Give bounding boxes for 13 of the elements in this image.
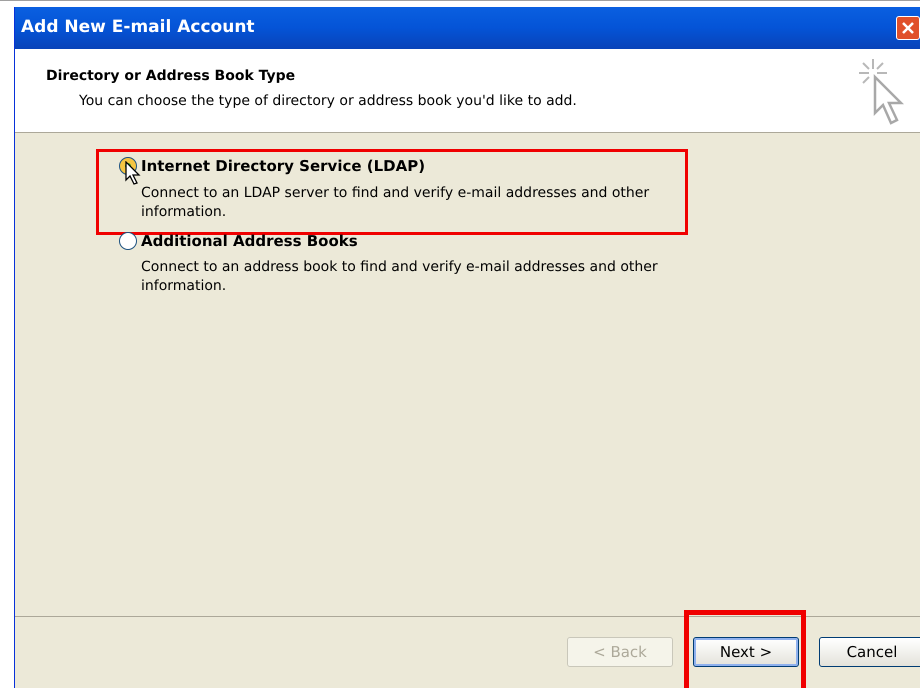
- option-label[interactable]: Additional Address Books: [141, 230, 358, 252]
- option-description: Connect to an LDAP server to find and verify e-mail addresses and other information.: [140, 184, 650, 222]
- dialog-button[interactable]: Next >: [693, 637, 799, 667]
- header-subtitle: You can choose the type of directory or address book you'd like to add.: [78, 92, 577, 111]
- close-button[interactable]: [896, 16, 920, 40]
- option-description: Connect to an address book to find and verify e-mail addresses and other information.: [140, 258, 659, 296]
- option-label[interactable]: Internet Directory Service (LDAP): [141, 155, 426, 178]
- close-icon: [901, 21, 915, 35]
- window-title: Add New E-mail Account: [20, 16, 255, 40]
- mouse-pointer-icon: [125, 161, 141, 185]
- dialog-button[interactable]: Cancel: [819, 637, 920, 667]
- radio-button[interactable]: [119, 232, 137, 250]
- header-title: Directory or Address Book Type: [46, 67, 296, 86]
